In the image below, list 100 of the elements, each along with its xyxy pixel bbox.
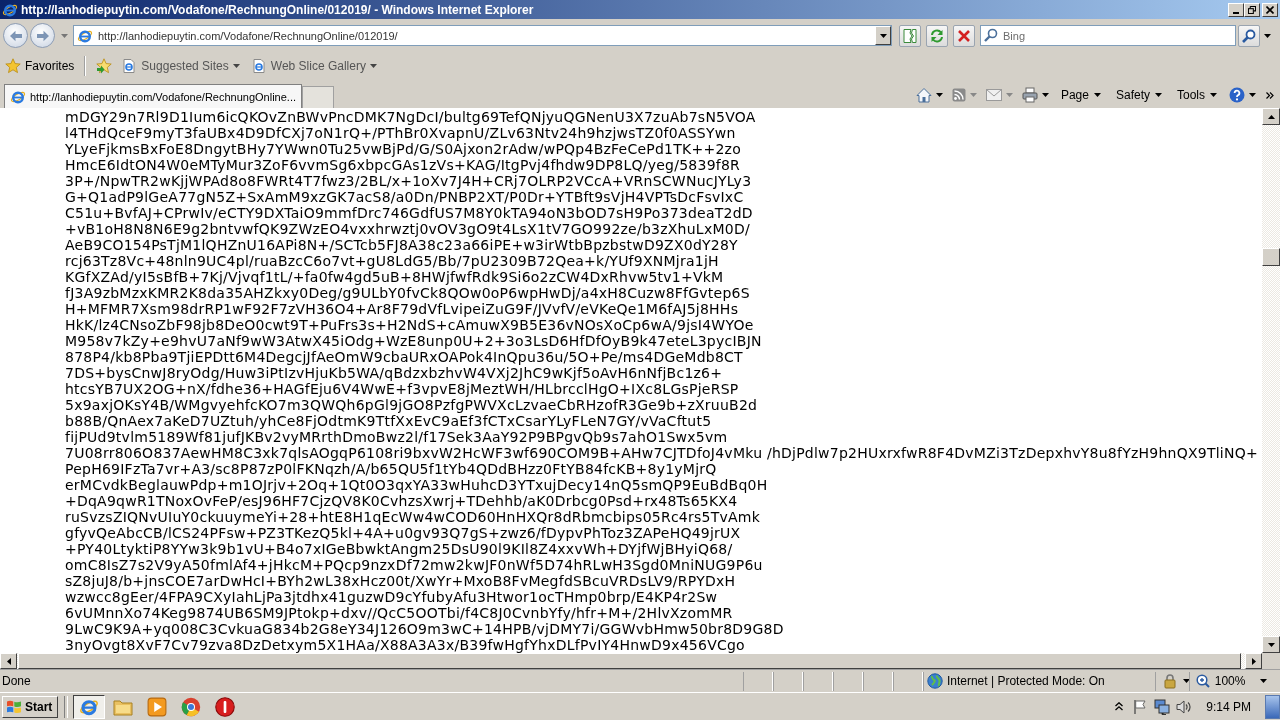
caret-icon	[232, 64, 240, 68]
text-line: 7U08rr806O837AewHM8C3xk7qlsAOgqP6108ri9bxvW2HcWF3wf690COM9B+AHw7CJTDfoJ4vMku /hDjPdlw7p2HUxrxfwR8F4DvMZi3TzDepxhvY8u8fYzH9hnQX9TliNQ+	[65, 445, 1258, 461]
zoom-button[interactable]: 100%	[1188, 671, 1280, 691]
text-line: AeB9CO154PsTjM1lQHZnU16APi8N+/SCTcb5FJ8A38c23a66iPE+w3irWtbBpzbstwD9ZX0dY28Y	[65, 237, 738, 253]
caret-icon	[879, 33, 887, 38]
close-button[interactable]	[1262, 2, 1278, 17]
text-line: rcj63Tz8Vc+48nln9UC4pl/ruaBzcC6o7vt+gU8LdG5/Bb/7pU2309B72Qea+k/YUf9XNMjra1jH	[65, 253, 719, 269]
text-line: +DqA9qwR1TNoxOvFeP/esJ96HF7CjzQV8K0CvhzsXwrj+TDehhb/aK0Drbcg0Psd+rx48Ts65KX4	[65, 493, 738, 509]
protected-mode-button[interactable]	[1154, 671, 1189, 691]
caret-icon	[1155, 93, 1162, 97]
text-line: C51u+BvfAJ+CPrwIv/eCTY9DXTaiO9mmfDrc746GdfUS7M8Y0kTA94oN3bOD7sH9Po373deaT2dD	[65, 205, 753, 221]
network-icon[interactable]	[1154, 698, 1171, 715]
vertical-scrollbar[interactable]	[1262, 108, 1280, 653]
search-icon	[984, 28, 998, 42]
text-line: mDGY29n7Rl9D1Ium6icQKOvZnBWvPncDMK7NgDcI/bultg69TefQNjyuQGNenU3X7zuAb7sN5VOA	[65, 109, 756, 125]
browser-tab[interactable]: http://lanhodiepuytin.com/Vodafone/RechnungOnline...	[4, 84, 302, 108]
favorites-button[interactable]: Favorites	[5, 55, 83, 77]
arrow-down-icon	[1267, 642, 1275, 647]
lock-icon	[1161, 673, 1178, 689]
text-line: PepH69IFzTa7vr+A3/sc8P87zP0lFKNqzh/A/b65QU5f1tYb4QDdBHzz0FtYB84fcKB+8y1yMjrQ	[65, 461, 717, 477]
caret-icon	[1093, 93, 1101, 97]
stop-button[interactable]	[953, 24, 975, 47]
text-line: +PY40LtyktiP8YYw3k9b1vU+B4o7xIGeBbwktAngm25DsU90l9KIl8Z4xxvWh+DYjfWjBHyiQ68/	[65, 541, 733, 557]
restore-button[interactable]	[1244, 2, 1260, 17]
text-line: 3P+/NpwTR2wKjjWPAd8o8FWRt4T7fwz3/2BL/x+1oXv7J4H+CRj7OLRP2VCcA+VRnSCWNucJYLy3	[65, 173, 752, 189]
command-menu[interactable]: Page	[1054, 84, 1107, 106]
search-button[interactable]	[1238, 24, 1260, 47]
text-line: G+Q1adP9lGeA77gN5Z+SxAmM9xzGK7acS8/a0Dn/PNBP2XT/P0Dr+YTBft9sVjH4VPTsDcFsvIxC	[65, 189, 744, 205]
caret-icon	[935, 93, 943, 97]
text-line: htcsYB7UX2OG+nX/fdhe36+HAGfEju6V4WwE+f3vpvE8jMeztWH/HLbrcclHgO+IXc8LGsPjeRSP	[65, 381, 739, 397]
caret-icon	[1182, 679, 1190, 683]
star-plus-icon	[96, 58, 113, 74]
minimize-icon	[1233, 11, 1239, 14]
arrow-right-icon	[1251, 657, 1256, 665]
scroll-down-button[interactable]	[1262, 636, 1280, 653]
text-line: YLyeFjkmsBxFoE8DngytBHy7YWwn0Tu25vwBjPd/G/S0Ajxon2rAdw/wPQp4BzFeCePd1TK++2zo	[65, 141, 741, 157]
restore-icon	[1248, 5, 1256, 14]
caret-icon	[369, 64, 377, 68]
text-line: erMCvdkBeglauwPdp+m1OJrjv+2Oq+1Qt0O3qxYA33wHuhcD3YTxujDecy14nQ5smQP9EuBdBq0H	[65, 477, 768, 493]
address-dropdown-button[interactable]	[875, 26, 891, 45]
caret-icon	[1210, 93, 1217, 97]
refresh-icon	[929, 27, 945, 44]
text-line: 878P4/kb8Pba9TjiEPDtt6M4DegcjJfAeOmW9cbaURxOAPok4InQpu36u/5O+Pe/ms4DGeMdb8CT	[65, 349, 743, 365]
address-field[interactable]: http://lanhodiepuytin.com/Vodafone/RechnungOnline/012019/	[73, 25, 892, 46]
favorites-bar-link[interactable]: Suggested Sites	[115, 55, 245, 77]
caret-icon	[60, 33, 68, 38]
scroll-up-button[interactable]	[1262, 108, 1280, 125]
start-logo-icon	[6, 698, 22, 715]
caret-icon	[1005, 93, 1013, 97]
help-icon	[1229, 87, 1245, 103]
flag-icon[interactable]	[1132, 698, 1149, 715]
text-line: wzwcc8gEer/4FPA9CXyIahLjPa3jtdhx41guzwD9cYfubyAfu3Htwor1ocTHmp0brp/E4KP4r2Sw	[65, 589, 718, 605]
security-zone-text: Internet | Protected Mode: On	[946, 674, 1105, 688]
globe-icon	[926, 673, 943, 689]
feed-icon	[951, 88, 966, 102]
text-line: H+MFMR7Xsm98drRP1wF92F7zVH36O4+Ar8F79dVfLvipeiZuG9F/JVvfV/eVKeQe1M6fAJ5j8HHs	[65, 301, 739, 317]
caret-icon	[1041, 93, 1049, 97]
window-title: http://lanhodiepuytin.com/Vodafone/RechnungOnline/012019/ - Windows Internet Explorer	[21, 2, 535, 17]
back-button[interactable]	[3, 23, 28, 48]
scrollbar-thumb[interactable]	[1262, 248, 1280, 266]
text-line: gfyvQeAbcCB/lCS24PFsw+PZ3TKezQ5kl+4A+u0gv93Q7gS+zwz6/fDypvPhToz3ZAPeHQ49jrUX	[65, 525, 741, 541]
search-field[interactable]: Bing	[980, 25, 1236, 46]
command-menu[interactable]: Tools	[1171, 84, 1223, 106]
page-icon	[250, 58, 267, 74]
text-line: sZ8juJ8/b+jnsCOE7arDwHcI+BYh2wL38xHcz00t/XwYr+MxoB8FvMegfdSBcuVRDsLV9/RPYDxH	[65, 573, 736, 589]
text-line: M958v7kZy+e9hvU7aNf9wW3AtwX45iOdg+WzE8unp0U+2+3o3LsD6HfDfOyB9k47eteL3pycIBJN	[65, 333, 762, 349]
search-icon	[1242, 28, 1256, 43]
show-desktop-button[interactable]	[1265, 694, 1280, 719]
page-icon	[121, 58, 138, 74]
stop-icon	[956, 27, 972, 44]
caret-icon	[1263, 33, 1271, 38]
arrow-right-icon	[35, 29, 50, 42]
clock[interactable]: 9:14 PM	[1206, 699, 1251, 714]
compatibility-button[interactable]	[899, 24, 921, 47]
text-line: ruSvzsZIQNvUIuY0ckuuymeYi+28+htE8H1qEcWw4wCOD60HnHXQr8dRbmcbips05Rc4rs5TvAmk	[65, 509, 761, 525]
alert-icon	[215, 696, 236, 717]
scroll-right-button[interactable]	[1245, 653, 1262, 669]
start-button[interactable]: Start	[2, 695, 59, 718]
taskbar-button[interactable]	[73, 694, 106, 719]
command-menu[interactable]: Safety	[1109, 84, 1168, 106]
text-line: fJ3A9zbMzxKMR2K8da35AHZkxy0Deg/g9ULbY0fvCk8QOw0oP6wpHwDj/a4xH8Cuzw8FfGvtep6S	[65, 285, 750, 301]
text-line: HkK/lz4CNsoZbF98jb8DeO0cwt9T+PuFrs3s+H2NdS+cAmuwX9B5E36vNOsXoCp6wA/9jsI4WYOe	[65, 317, 754, 333]
home-icon	[915, 87, 932, 103]
scroll-left-button[interactable]	[0, 653, 17, 669]
broken-page-icon	[902, 27, 918, 44]
forward-button[interactable]	[30, 23, 55, 48]
favorites-bar-link[interactable]: Web Slice Gallery	[244, 55, 382, 77]
text-line: HmcE6IdtON4W0eMTyMur3ZoF6vvmSg6xbpcGAs1zVs+KAG/ItgPvj4fhdw9DP8LQ/yeg/5839f8R	[65, 157, 741, 173]
minimize-button[interactable]	[1228, 2, 1244, 17]
text-line: 5x9axjOKsY4B/WMgvyehfcKO7m3QWQh6pGl9jGO8PzfgPWVXcLzvaeCbRHzofR3Ge9b+zXruuB2d	[65, 397, 758, 413]
text-line: KGfXZAd/yI5sBfB+7Kj/Vjvqf1tL/+fa0fw4gd5uB+8HWjfwfRdk9Si6o2zCW4DxRhvw5tv1+VkM	[65, 269, 724, 285]
caret-icon	[1260, 679, 1268, 683]
volume-icon[interactable]	[1176, 698, 1193, 715]
text-line: omC8IsZ7s2V9yA50fmlAf4+jHkcM+PQcp9nzxDf72mw2kwJF0nWf5D74hRLwH3Sgd0MniNUG9P6u	[65, 557, 763, 573]
arrow-left-icon	[6, 657, 11, 665]
zoom-icon	[1195, 674, 1210, 688]
text-line: b88B/QnAex7aKeD7UZtuh/yhCe8FjOdtmK9TtfXxEvC9aEf3fCTxCsarYLyFLeN7GY/vVaCftut5	[65, 413, 712, 429]
text-line: l4THdQceF9myT3faUBx4D9DfCXj7oN1rQ+/PThBr0XvapnU/ZLv63Ntv24h9hzjwsTZ0f0ASSYwn	[65, 125, 736, 141]
caret-icon	[1249, 93, 1256, 97]
refresh-button[interactable]	[926, 24, 948, 47]
